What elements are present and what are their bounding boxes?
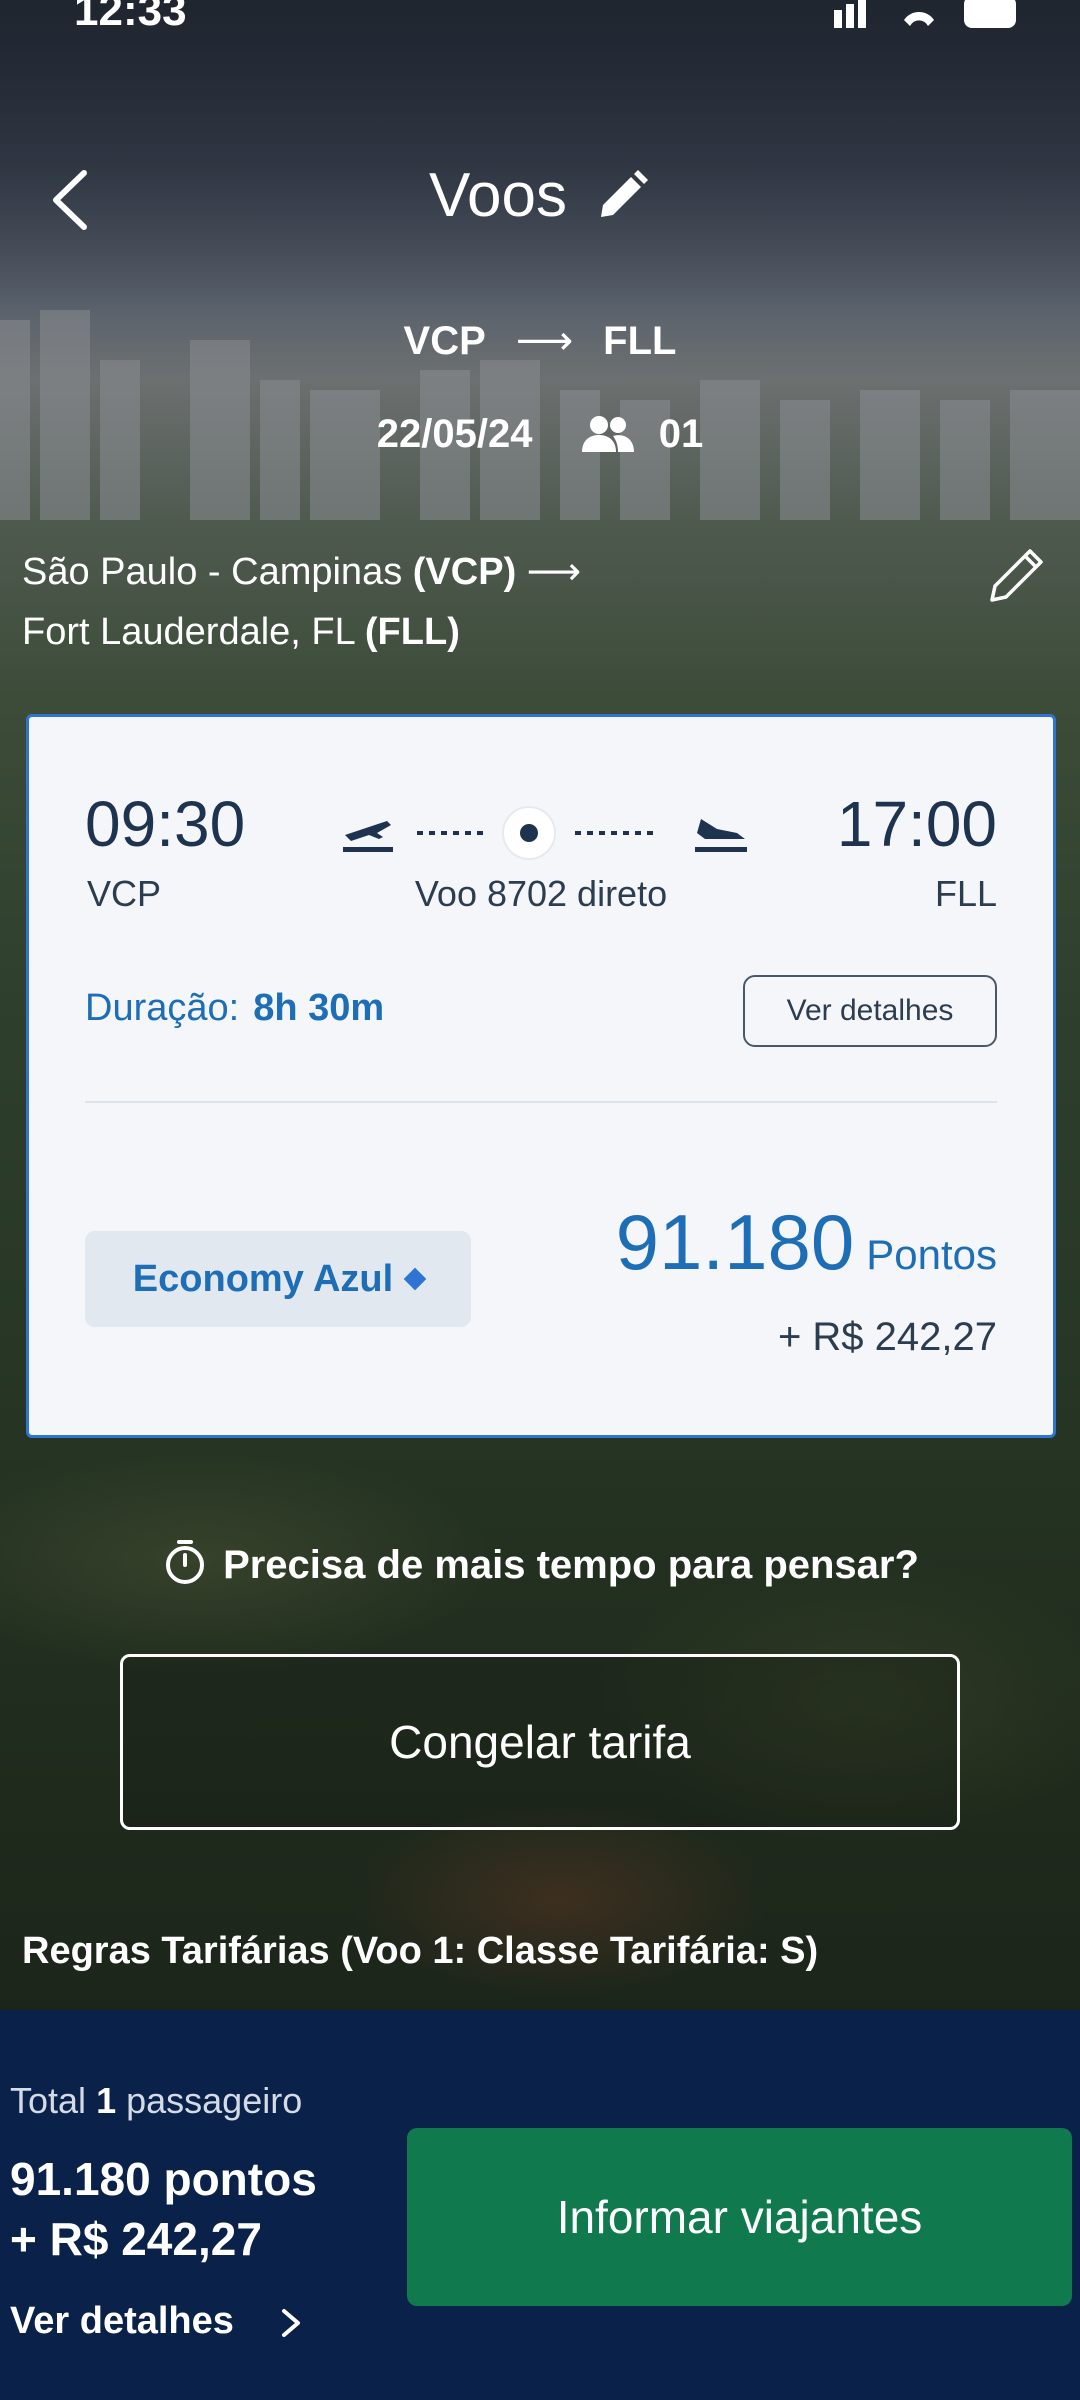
duration: Duração: 8h 30m [85,987,384,1030]
cabin-class-badge: Economy Azul [85,1231,471,1327]
edit-pencil-icon[interactable] [593,167,651,225]
total-passengers: Total 1 passageiro [10,2080,302,2122]
arrow-right-icon: ⟶ [515,319,574,363]
more-time-text: Precisa de mais tempo para pensar? [223,1543,919,1587]
page-title-bar: Voos [0,160,1080,231]
arrival-code: FLL [934,873,997,914]
page-title: Voos [429,161,567,230]
status-icons [834,0,1016,28]
flight-details-button[interactable]: Ver detalhes [743,975,997,1047]
chevron-right-icon [282,2309,301,2337]
passenger-count: 01 [658,411,704,456]
diamond-icon [403,1267,427,1291]
edit-route-pencil-icon[interactable] [980,540,1050,610]
points-label: Pontos [866,1231,997,1278]
duration-value: 8h 30m [253,987,385,1029]
tax-fee: + R$ 242,27 [777,1315,997,1359]
destination-city: Fort Lauderdale, FL [22,611,355,653]
inform-travelers-button[interactable]: Informar viajantes [407,2128,1072,2306]
fare-rules-link[interactable]: Regras Tarifárias (Voo 1: Classe Tarifár… [22,1930,818,1973]
route-full-text: São Paulo - Campinas (VCP) ⟶ Fort Lauder… [22,542,581,662]
total-points: 91.180 pontos [10,2153,317,2205]
total-prefix: Total [10,2080,87,2121]
points-price: 91.180 Pontos [616,1197,997,1288]
freeze-fare-button[interactable]: Congelar tarifa [120,1654,960,1830]
route-destination-code: FLL [603,319,677,363]
origin-code: (VCP) [412,551,517,593]
more-time-prompt: Precisa de mais tempo para pensar? [0,1538,1080,1588]
price-details-link[interactable]: Ver detalhes [10,2300,306,2343]
cabin-class-label: Economy Azul [132,1257,394,1300]
destination-code: (FLL) [364,611,460,653]
status-time: 12:33 [74,0,187,35]
flight-card[interactable]: 09:30 17:00 VCP Voo 8702 direto FLL Dura… [26,714,1056,1438]
status-bar: 12:33 [0,0,1080,40]
card-divider [85,1101,997,1103]
checkout-footer: Total 1 passageiro 91.180 pontos + R$ 24… [0,2010,1080,2400]
travel-date: 22/05/24 [376,411,533,456]
route-origin-code: VCP [403,319,486,363]
people-icon [581,416,634,453]
duration-label: Duração: [85,987,240,1029]
total-count: 1 [96,2080,117,2121]
landing-plane-icon [697,819,745,839]
origin-city: São Paulo - Campinas [22,551,403,593]
date-passengers: 22/05/24 01 [0,410,1080,457]
arrow-right-icon: ⟶ [526,551,582,593]
flight-path-graphic [343,806,747,860]
flight-number: Voo 8702 direto [414,873,668,914]
departure-time: 09:30 [85,788,246,860]
price-details-label: Ver detalhes [10,2300,234,2342]
takeoff-plane-icon [345,821,391,841]
route-summary: VCP ⟶ FLL [0,318,1080,364]
points-value: 91.180 [615,1198,855,1286]
total-fee: + R$ 242,27 [10,2213,262,2265]
stopwatch-icon [166,1540,205,1584]
arrival-time: 17:00 [836,788,997,860]
total-suffix: passageiro [126,2080,303,2121]
